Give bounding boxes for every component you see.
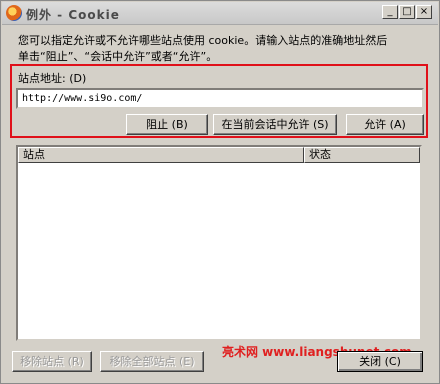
column-header-status[interactable]: 状态 (304, 147, 420, 163)
description-line-2: 单击“阻止”、“会话中允许”或者“允许”。 (18, 50, 218, 63)
site-address-input[interactable]: http://www.si9o.com/ (16, 88, 424, 109)
remove-site-button[interactable]: 移除站点 (R) (12, 351, 92, 372)
close-window-button[interactable]: × (416, 5, 432, 19)
close-button[interactable]: 关闭 (C) (337, 351, 423, 372)
window-title: 例外 - Cookie (26, 8, 120, 22)
description-line-1: 您可以指定允许或不允许哪些站点使用 cookie。请输入站点的准确地址然后 (18, 34, 388, 47)
allow-button[interactable]: 允许 (A) (346, 114, 424, 135)
block-button[interactable]: 阻止 (B) (126, 114, 208, 135)
maximize-button[interactable]: □ (399, 5, 415, 19)
minimize-button[interactable]: _ (382, 5, 398, 19)
remove-all-sites-button[interactable]: 移除全部站点 (E) (100, 351, 204, 372)
exceptions-list[interactable]: 站点 状态 (16, 145, 422, 341)
title-bar: 例外 - Cookie _ □ × (2, 2, 438, 25)
site-address-label: 站点地址: (D) (18, 72, 87, 85)
column-header-site[interactable]: 站点 (18, 147, 304, 163)
allow-session-button[interactable]: 在当前会话中允许 (S) (213, 114, 337, 135)
description: 您可以指定允许或不允许哪些站点使用 cookie。请输入站点的准确地址然后 单击… (18, 33, 428, 65)
firefox-icon (6, 5, 22, 21)
